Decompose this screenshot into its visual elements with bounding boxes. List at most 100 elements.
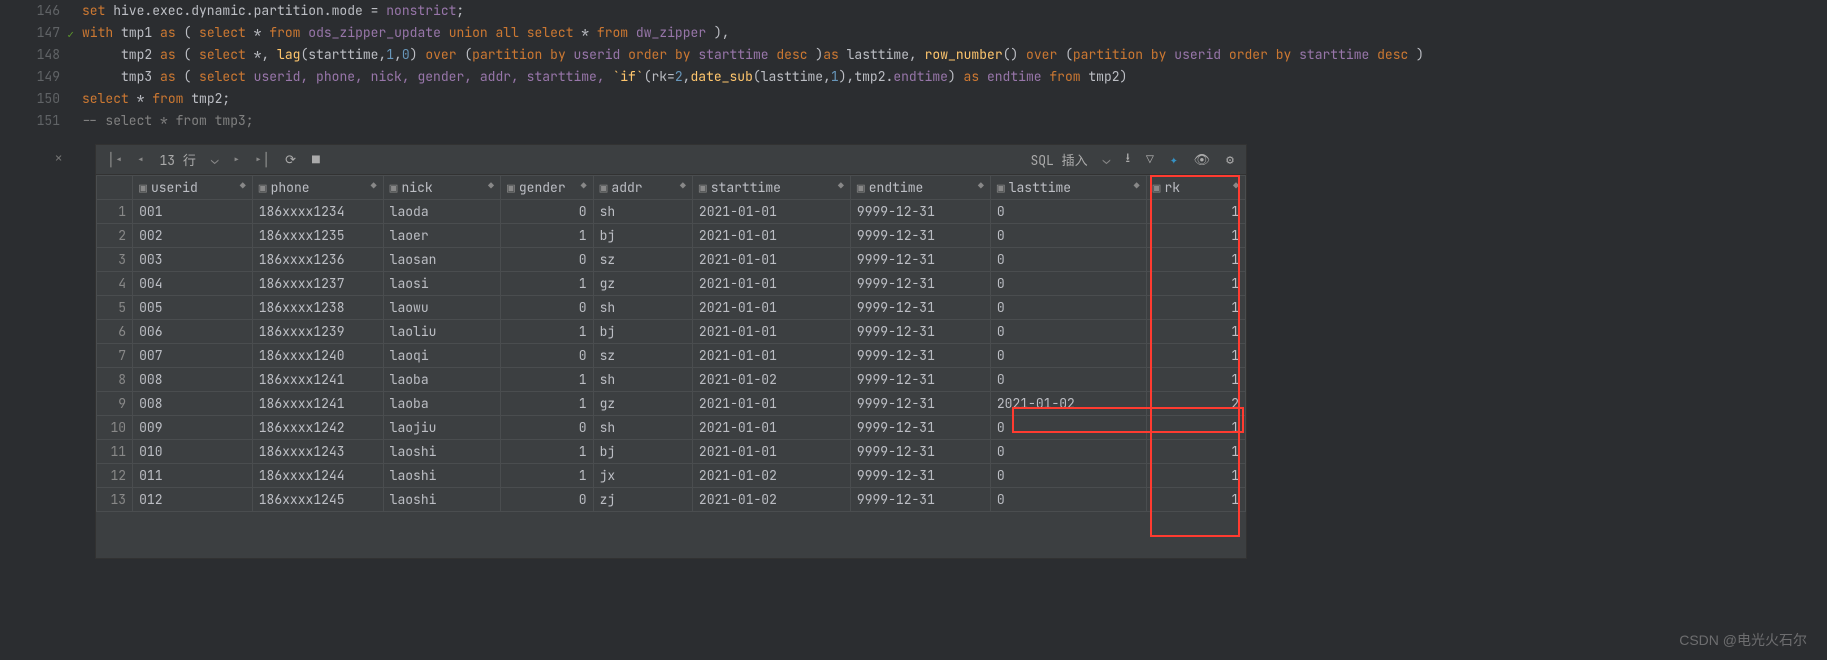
cell-endtime[interactable]: 9999-12-31	[850, 224, 990, 248]
cell-gender[interactable]: 1	[501, 464, 594, 488]
cell-phone[interactable]: 186xxxx1237	[252, 272, 383, 296]
cell-phone[interactable]: 186xxxx1236	[252, 248, 383, 272]
table-row[interactable]: 3003186xxxx1236laosan0sz2021-01-019999-1…	[97, 248, 1246, 272]
next-page-icon[interactable]: ▸	[230, 151, 244, 168]
cell-userid[interactable]: 009	[133, 416, 253, 440]
cell-userid[interactable]: 010	[133, 440, 253, 464]
cell-endtime[interactable]: 9999-12-31	[850, 392, 990, 416]
cell-gender[interactable]: 0	[501, 200, 594, 224]
table-row[interactable]: 13012186xxxx1245laoshi0zj2021-01-029999-…	[97, 488, 1246, 512]
table-row[interactable]: 8008186xxxx1241laoba1sh2021-01-029999-12…	[97, 368, 1246, 392]
cell-starttime[interactable]: 2021-01-01	[692, 224, 850, 248]
table-row[interactable]: 5005186xxxx1238laowu0sh2021-01-019999-12…	[97, 296, 1246, 320]
cell-starttime[interactable]: 2021-01-02	[692, 368, 850, 392]
cell-starttime[interactable]: 2021-01-01	[692, 344, 850, 368]
refresh-icon[interactable]: ⟳	[281, 151, 300, 168]
cell-rk[interactable]: 1	[1146, 440, 1245, 464]
cell-phone[interactable]: 186xxxx1245	[252, 488, 383, 512]
cell-lasttime[interactable]: 0	[990, 224, 1146, 248]
cell-userid[interactable]: 008	[133, 392, 253, 416]
cell-endtime[interactable]: 9999-12-31	[850, 368, 990, 392]
cell-endtime[interactable]: 9999-12-31	[850, 488, 990, 512]
cell-starttime[interactable]: 2021-01-01	[692, 248, 850, 272]
add-icon[interactable]: ✦	[1166, 151, 1182, 168]
cell-rk[interactable]: 1	[1146, 224, 1245, 248]
cell-rk[interactable]: 1	[1146, 296, 1245, 320]
cell-gender[interactable]: 0	[501, 248, 594, 272]
cell-addr[interactable]: bj	[593, 440, 692, 464]
cell-endtime[interactable]: 9999-12-31	[850, 464, 990, 488]
table-row[interactable]: 9008186xxxx1241laoba1gz2021-01-019999-12…	[97, 392, 1246, 416]
cell-addr[interactable]: bj	[593, 224, 692, 248]
cell-addr[interactable]: bj	[593, 320, 692, 344]
cell-starttime[interactable]: 2021-01-01	[692, 416, 850, 440]
cell-userid[interactable]: 012	[133, 488, 253, 512]
cell-endtime[interactable]: 9999-12-31	[850, 200, 990, 224]
cell-gender[interactable]: 1	[501, 272, 594, 296]
chevron-down-icon[interactable]: ⌄	[1100, 151, 1114, 168]
cell-lasttime[interactable]: 2021-01-02	[990, 392, 1146, 416]
column-rk[interactable]: ▣rk◆	[1146, 176, 1245, 200]
cell-gender[interactable]: 1	[501, 224, 594, 248]
cell-endtime[interactable]: 9999-12-31	[850, 440, 990, 464]
cell-phone[interactable]: 186xxxx1241	[252, 392, 383, 416]
cell-nick[interactable]: laoshi	[383, 440, 500, 464]
cell-starttime[interactable]: 2021-01-02	[692, 488, 850, 512]
cell-userid[interactable]: 005	[133, 296, 253, 320]
cell-rk[interactable]: 1	[1146, 416, 1245, 440]
table-row[interactable]: 7007186xxxx1240laoqi0sz2021-01-019999-12…	[97, 344, 1246, 368]
cell-nick[interactable]: laoda	[383, 200, 500, 224]
cell-phone[interactable]: 186xxxx1238	[252, 296, 383, 320]
cell-endtime[interactable]: 9999-12-31	[850, 344, 990, 368]
cell-addr[interactable]: zj	[593, 488, 692, 512]
cell-lasttime[interactable]: 0	[990, 488, 1146, 512]
cell-nick[interactable]: laoshi	[383, 488, 500, 512]
code-editor[interactable]: ✓ 146147148149150151 set hive.exec.dynam…	[0, 0, 1827, 132]
prev-page-icon[interactable]: ◂	[134, 151, 148, 168]
cell-addr[interactable]: sh	[593, 200, 692, 224]
cell-lasttime[interactable]: 0	[990, 248, 1146, 272]
cell-lasttime[interactable]: 0	[990, 368, 1146, 392]
cell-gender[interactable]: 1	[501, 320, 594, 344]
cell-starttime[interactable]: 2021-01-01	[692, 440, 850, 464]
cell-gender[interactable]: 1	[501, 440, 594, 464]
cell-phone[interactable]: 186xxxx1234	[252, 200, 383, 224]
table-row[interactable]: 10009186xxxx1242laojiu0sh2021-01-019999-…	[97, 416, 1246, 440]
cell-lasttime[interactable]: 0	[990, 320, 1146, 344]
cell-userid[interactable]: 003	[133, 248, 253, 272]
cell-starttime[interactable]: 2021-01-01	[692, 320, 850, 344]
cell-addr[interactable]: sh	[593, 296, 692, 320]
cell-addr[interactable]: sz	[593, 344, 692, 368]
cell-nick[interactable]: laoliu	[383, 320, 500, 344]
cell-userid[interactable]: 006	[133, 320, 253, 344]
cell-lasttime[interactable]: 0	[990, 296, 1146, 320]
cell-gender[interactable]: 0	[501, 488, 594, 512]
cell-starttime[interactable]: 2021-01-02	[692, 464, 850, 488]
cell-rk[interactable]: 1	[1146, 248, 1245, 272]
cell-addr[interactable]: gz	[593, 392, 692, 416]
cell-gender[interactable]: 0	[501, 344, 594, 368]
table-row[interactable]: 6006186xxxx1239laoliu1bj2021-01-019999-1…	[97, 320, 1246, 344]
cell-rk[interactable]: 1	[1146, 272, 1245, 296]
cell-nick[interactable]: laoqi	[383, 344, 500, 368]
cell-gender[interactable]: 0	[501, 296, 594, 320]
cell-starttime[interactable]: 2021-01-01	[692, 272, 850, 296]
cell-addr[interactable]: gz	[593, 272, 692, 296]
cell-starttime[interactable]: 2021-01-01	[692, 392, 850, 416]
cell-lasttime[interactable]: 0	[990, 344, 1146, 368]
cell-phone[interactable]: 186xxxx1242	[252, 416, 383, 440]
column-nick[interactable]: ▣nick◆	[383, 176, 500, 200]
cell-phone[interactable]: 186xxxx1244	[252, 464, 383, 488]
cell-rk[interactable]: 1	[1146, 368, 1245, 392]
chevron-down-icon[interactable]: ⌄	[208, 151, 222, 168]
code-area[interactable]: set hive.exec.dynamic.partition.mode = n…	[78, 0, 1827, 132]
cell-addr[interactable]: sz	[593, 248, 692, 272]
cell-nick[interactable]: laoba	[383, 368, 500, 392]
cell-starttime[interactable]: 2021-01-01	[692, 296, 850, 320]
column-starttime[interactable]: ▣starttime◆	[692, 176, 850, 200]
column-phone[interactable]: ▣phone◆	[252, 176, 383, 200]
cell-lasttime[interactable]: 0	[990, 464, 1146, 488]
cell-phone[interactable]: 186xxxx1243	[252, 440, 383, 464]
cell-endtime[interactable]: 9999-12-31	[850, 320, 990, 344]
column-addr[interactable]: ▣addr◆	[593, 176, 692, 200]
